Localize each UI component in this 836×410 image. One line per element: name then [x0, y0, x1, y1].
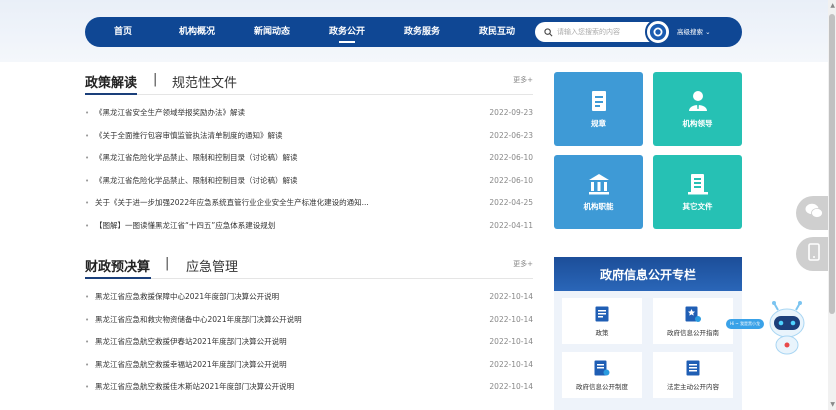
tile-label: 机构职能 [583, 201, 614, 211]
page: 首页 机构概况 新闻动态 政务公开 政务服务 政民互动 高级搜索 ⌄ 政策解读 … [0, 0, 836, 410]
list-item-date: 2022-06-10 [489, 153, 533, 163]
gov-info-panel: 政府信息公开专栏 政策 政府信息公开指南 政府信息公开制度 法定主动公开内容 [554, 257, 742, 410]
list-item-title[interactable]: 黑龙江省应急航空救援幸福站2021年度部门决算公开说明 [95, 354, 481, 377]
list-item[interactable]: • 黑龙江省应急航空救援伊春站2021年度部门决算公开说明 2022-10-14 [85, 331, 533, 354]
tile-regulations[interactable]: 规章 [554, 72, 643, 146]
policy-more-link[interactable]: 更多+ [513, 75, 533, 85]
info-card-label: 法定主动公开内容 [667, 382, 719, 391]
list-item-date: 2022-06-10 [489, 175, 533, 185]
list-item[interactable]: • 【图解】一图读懂黑龙江省“十四五”应急体系建设规划 2022-04-11 [85, 215, 533, 238]
list-item-date: 2022-04-25 [489, 198, 533, 208]
list-item-date: 2022-10-14 [489, 359, 533, 369]
list-item[interactable]: • 《黑龙江省安全生产领域举报奖励办法》解读 2022-09-23 [85, 102, 533, 125]
policy-section-header: 政策解读 | 规范性文件 更多+ [85, 72, 533, 92]
emblem-icon[interactable] [645, 19, 671, 45]
list-item[interactable]: • 《黑龙江省危险化学品禁止、限制和控制目录（讨论稿）解读 2022-06-10 [85, 147, 533, 170]
assistant-greeting-badge[interactable]: Hi ~ 我是黑小龙 [726, 319, 764, 329]
nav-item-overview[interactable]: 机构概况 [173, 17, 221, 47]
info-card-content[interactable]: 法定主动公开内容 [653, 352, 733, 398]
info-card-label: 政府信息公开指南 [667, 328, 719, 337]
list-item-title[interactable]: 黑龙江省应急和救灾物资储备中心2021年度部门决算公开说明 [95, 309, 481, 332]
list-item-title[interactable]: 《关于全面推行包容审慎监管执法清单制度的通知》解读 [95, 125, 481, 148]
tile-other-files[interactable]: 其它文件 [653, 155, 742, 229]
finance-list: • 黑龙江省应急救援保障中心2021年度部门决算公开说明 2022-10-14 • 黑… [85, 286, 533, 399]
tile-label: 机构领导 [682, 118, 713, 128]
list-item-title[interactable]: 《黑龙江省危险化学品禁止、限制和控制目录（讨论稿）解读 [95, 147, 481, 170]
search-input[interactable] [557, 28, 647, 36]
person-icon [687, 90, 709, 112]
nav-item-home[interactable]: 首页 [107, 17, 139, 47]
list-item-title[interactable]: 《黑龙江省危险化学品禁止、限制和控制目录（讨论稿）解读 [95, 170, 481, 193]
info-card-label: 政府信息公开制度 [576, 382, 628, 391]
content-icon [685, 360, 701, 376]
search-box [535, 22, 657, 42]
list-item-date: 2022-04-11 [489, 220, 533, 230]
list-item[interactable]: • 黑龙江省应急和救灾物资储备中心2021年度部门决算公开说明 2022-10-14 [85, 309, 533, 332]
policy-icon [594, 306, 610, 322]
institution-icon [588, 173, 610, 195]
scrollbar-thumb[interactable] [829, 14, 835, 314]
list-item-date: 2022-10-14 [489, 314, 533, 324]
tab-normative-documents[interactable]: 规范性文件 [172, 72, 237, 91]
nav-item-interaction[interactable]: 政民互动 [473, 17, 521, 47]
info-card-guide[interactable]: 政府信息公开指南 [653, 298, 733, 344]
list-item[interactable]: • 《关于全面推行包容审慎监管执法清单制度的通知》解读 2022-06-23 [85, 125, 533, 148]
tab-separator: | [153, 72, 158, 87]
document-icon [588, 90, 610, 112]
list-item-date: 2022-10-14 [489, 292, 533, 301]
tab-emergency-management[interactable]: 应急管理 [186, 256, 238, 275]
tab-policy-interpretation[interactable]: 政策解读 [85, 72, 137, 91]
advanced-search-link[interactable]: 高级搜索 ⌄ [677, 17, 711, 47]
info-card-policy[interactable]: 政策 [562, 298, 642, 344]
list-item-title[interactable]: 【图解】一图读懂黑龙江省“十四五”应急体系建设规划 [95, 215, 481, 238]
tile-label: 其它文件 [682, 201, 713, 211]
finance-section-header: 财政预决算 | 应急管理 更多+ [85, 256, 533, 276]
files-icon [687, 173, 709, 195]
main-nav: 首页 机构概况 新闻动态 政务公开 政务服务 政民互动 高级搜索 ⌄ [85, 17, 742, 47]
finance-more-link[interactable]: 更多+ [513, 259, 533, 269]
info-card-system[interactable]: 政府信息公开制度 [562, 352, 642, 398]
policy-list: • 《黑龙江省安全生产领域举报奖励办法》解读 2022-09-23 • 《关于全面推行… [85, 102, 533, 238]
tab-separator: | [165, 256, 170, 271]
nav-item-gov-affairs[interactable]: 政务公开 [323, 17, 371, 47]
wechat-icon [805, 203, 823, 223]
guide-icon [685, 306, 701, 322]
list-item-title[interactable]: 黑龙江省应急救援保障中心2021年度部门决算公开说明 [95, 286, 481, 309]
page-scrollbar[interactable]: ▲ ▼ [828, 0, 836, 410]
assistant-robot-icon[interactable] [764, 301, 810, 357]
info-card-label: 政策 [595, 328, 609, 337]
list-item-date: 2022-06-23 [489, 130, 533, 140]
list-item[interactable]: • 黑龙江省应急航空救援佳木斯站2021年度部门决算公开说明 2022-10-14 [85, 376, 533, 399]
nav-item-services[interactable]: 政务服务 [398, 17, 446, 47]
gov-info-panel-title[interactable]: 政府信息公开专栏 [554, 257, 742, 291]
tile-leadership[interactable]: 机构领导 [653, 72, 742, 146]
scroll-down-arrow-icon[interactable]: ▼ [830, 401, 835, 408]
wechat-float-button[interactable] [796, 196, 832, 230]
list-item-title[interactable]: 黑龙江省应急航空救援佳木斯站2021年度部门决算公开说明 [95, 376, 481, 399]
list-item-date: 2022-09-23 [489, 108, 533, 117]
list-item-date: 2022-10-14 [489, 382, 533, 392]
tile-label: 规章 [591, 118, 606, 128]
mobile-float-button[interactable] [796, 237, 832, 271]
search-icon[interactable] [539, 22, 557, 42]
mobile-phone-icon [808, 243, 820, 265]
policy-divider [85, 93, 533, 95]
list-item-date: 2022-10-14 [489, 337, 533, 347]
tile-functions[interactable]: 机构职能 [554, 155, 643, 229]
list-item[interactable]: • 黑龙江省应急救援保障中心2021年度部门决算公开说明 2022-10-14 [85, 286, 533, 309]
list-item-title[interactable]: 《黑龙江省安全生产领域举报奖励办法》解读 [95, 102, 481, 125]
list-item-title[interactable]: 关于《关于进一步加强2022年应急系统直管行业企业安全生产标准化建设的通知... [95, 192, 481, 215]
list-item[interactable]: • 关于《关于进一步加强2022年应急系统直管行业企业安全生产标准化建设的通知..… [85, 192, 533, 215]
system-icon [594, 360, 610, 376]
nav-item-news[interactable]: 新闻动态 [248, 17, 296, 47]
scroll-up-arrow-icon[interactable]: ▲ [830, 2, 835, 9]
list-item[interactable]: • 《黑龙江省危险化学品禁止、限制和控制目录（讨论稿）解读 2022-06-10 [85, 170, 533, 193]
list-item-title[interactable]: 黑龙江省应急航空救援伊春站2021年度部门决算公开说明 [95, 331, 481, 354]
list-item[interactable]: • 黑龙江省应急航空救援幸福站2021年度部门决算公开说明 2022-10-14 [85, 354, 533, 377]
tab-budget-final-accounts[interactable]: 财政预决算 [85, 256, 150, 275]
finance-divider [85, 277, 533, 279]
